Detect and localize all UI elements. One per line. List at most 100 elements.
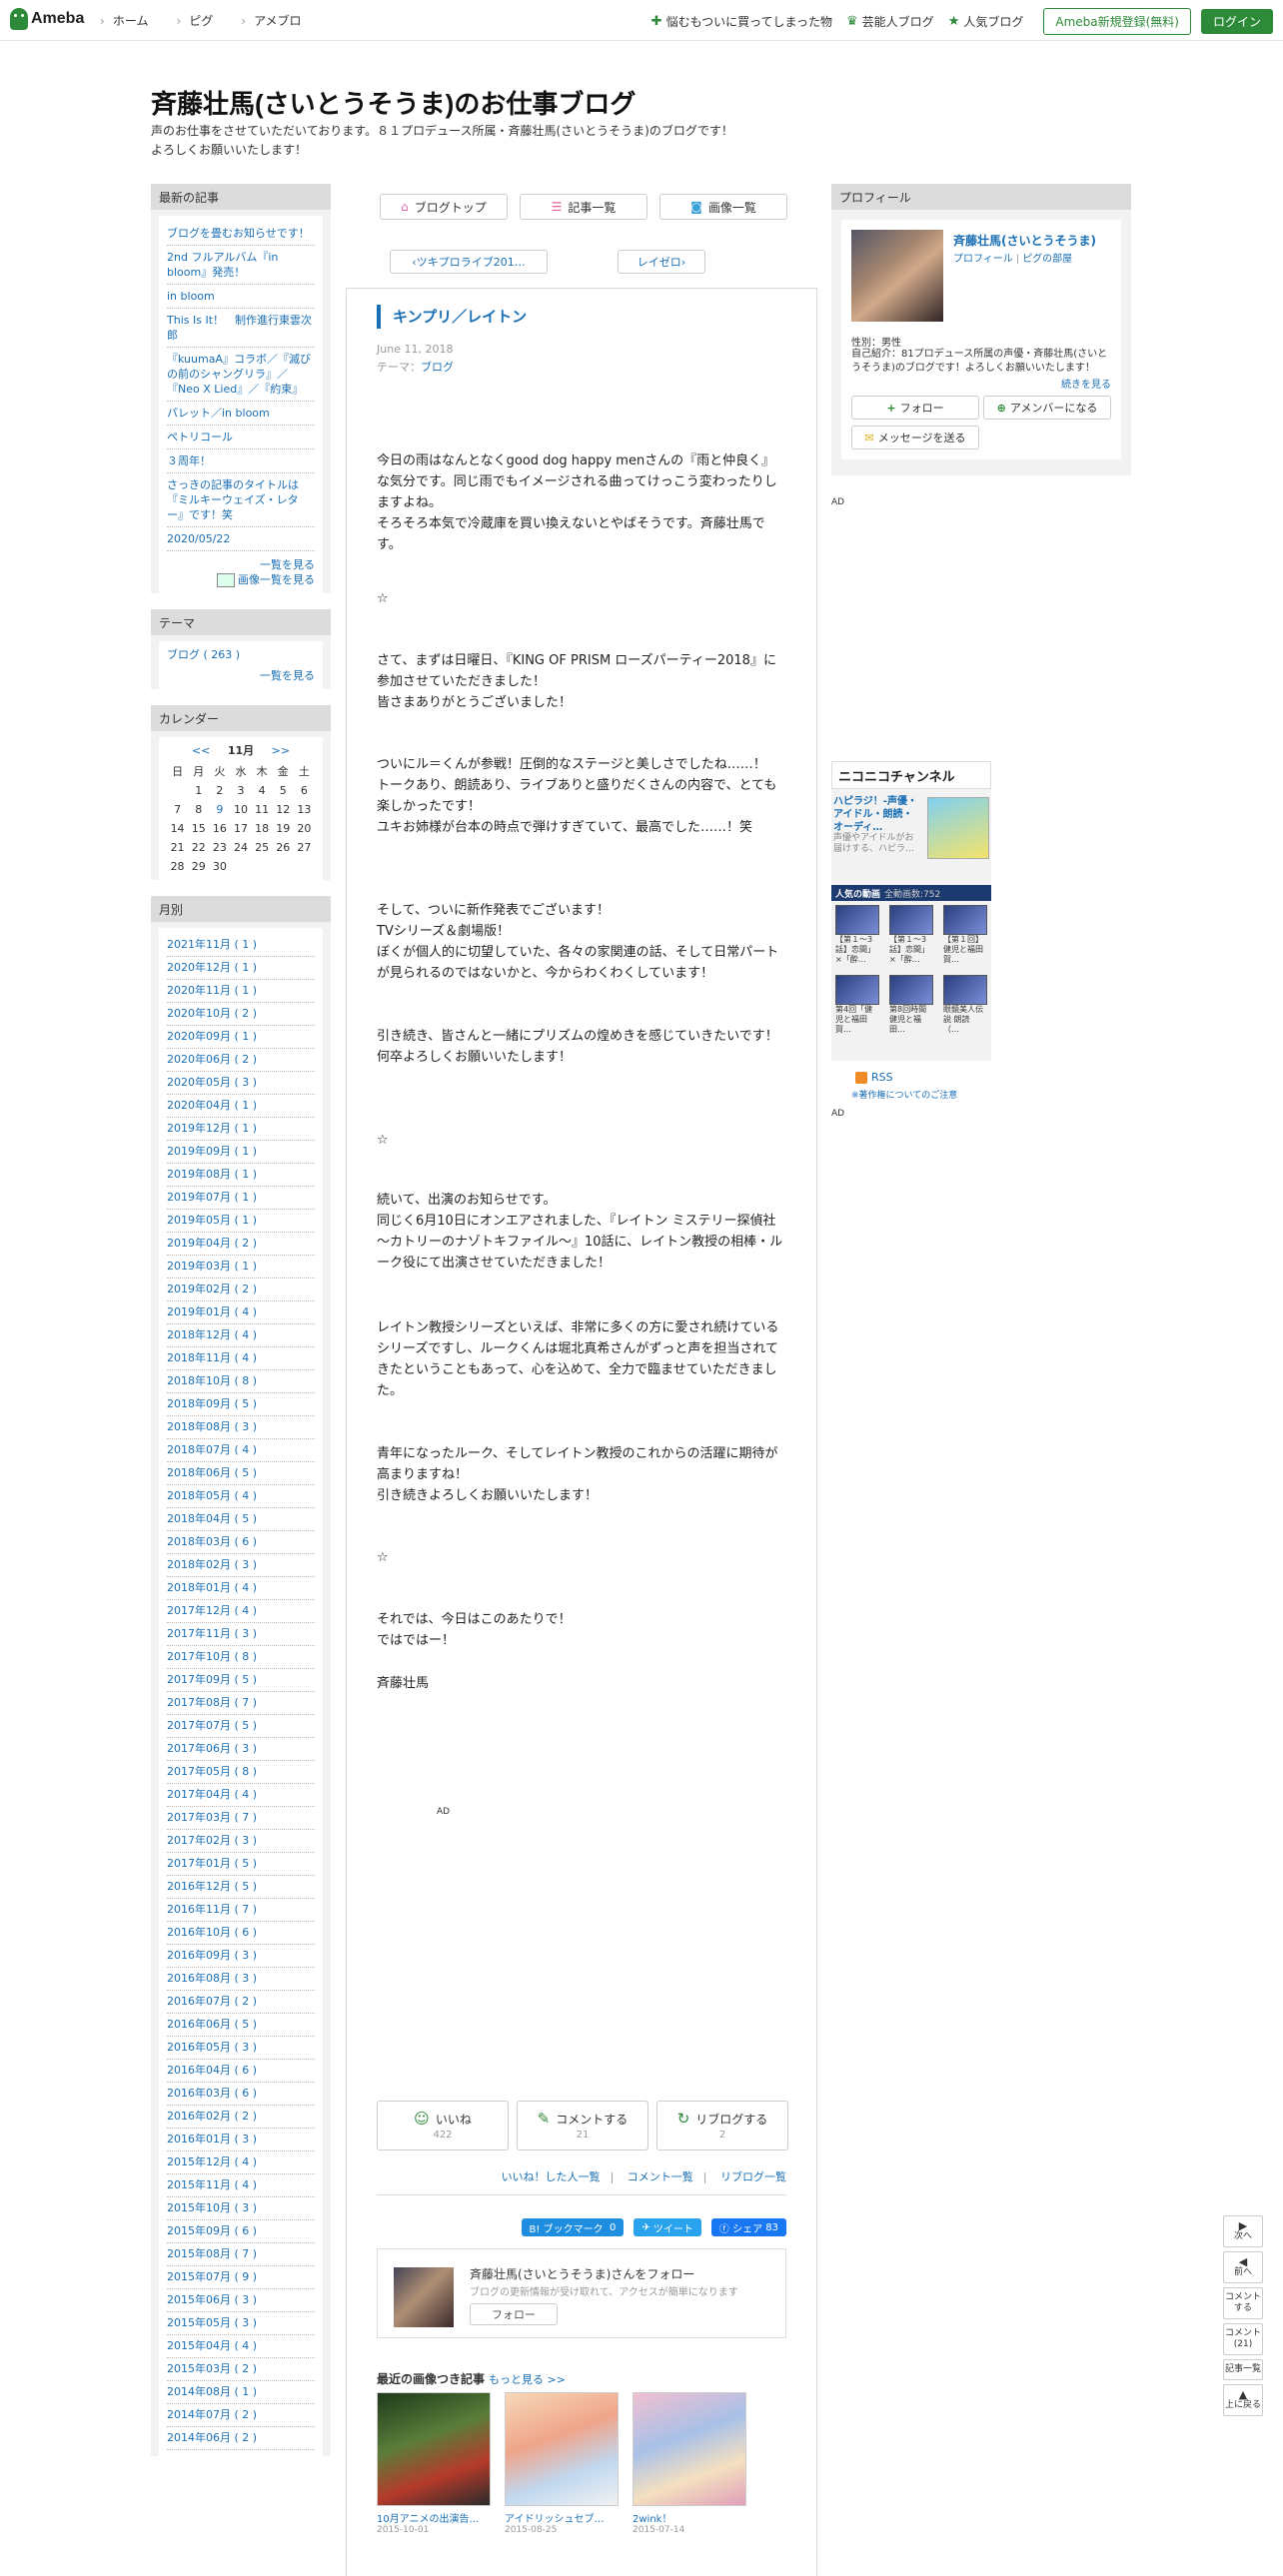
monthly-archive-item[interactable]: 2020年09月 ( 1 ) bbox=[167, 1026, 315, 1049]
monthly-archive-item[interactable]: 2017年12月 ( 4 ) bbox=[167, 1600, 315, 1623]
monthly-archive-item[interactable]: 2019年01月 ( 4 ) bbox=[167, 1301, 315, 1324]
monthly-archive-item[interactable]: 2017年05月 ( 8 ) bbox=[167, 1761, 315, 1784]
message-button[interactable]: ✉ メッセージを送る bbox=[851, 426, 979, 449]
niconico-logo[interactable]: ニコニコチャンネル bbox=[831, 761, 991, 789]
monthly-archive-item[interactable]: 2016年07月 ( 2 ) bbox=[167, 1991, 315, 2014]
like-button[interactable]: ☺ いいね 422 bbox=[377, 2101, 509, 2150]
monthly-archive-item[interactable]: 2018年11月 ( 4 ) bbox=[167, 1347, 315, 1370]
niconico-video[interactable]: 第8回時間健児と福田… bbox=[889, 975, 933, 1035]
image-article-card[interactable]: アイドリッシュセブ… 2015-08-25 bbox=[505, 2392, 619, 2535]
image-articles-more-link[interactable]: もっと見る >> bbox=[489, 2373, 566, 2386]
monthly-archive-item[interactable]: 2014年08月 ( 1 ) bbox=[167, 2381, 315, 2404]
nav-home[interactable]: ホーム bbox=[100, 12, 149, 29]
monthly-archive-item[interactable]: 2016年09月 ( 3 ) bbox=[167, 1945, 315, 1968]
latest-post-item[interactable]: 2020/05/22 bbox=[167, 527, 315, 551]
monthly-archive-item[interactable]: 2018年10月 ( 8 ) bbox=[167, 1370, 315, 1393]
avatar[interactable] bbox=[394, 2267, 454, 2327]
comment-count-button[interactable]: コメント(21) bbox=[1223, 2323, 1263, 2355]
monthly-archive-item[interactable]: 2015年12月 ( 4 ) bbox=[167, 2151, 315, 2174]
latest-post-item[interactable]: パレット／in bloom bbox=[167, 402, 315, 426]
monthly-archive-item[interactable]: 2020年12月 ( 1 ) bbox=[167, 957, 315, 980]
copyright-note-link[interactable]: ※著作権についてのご注意 bbox=[851, 1088, 957, 1101]
follow-button[interactable]: フォロー bbox=[470, 2303, 558, 2325]
prev-article-button[interactable]: ◀ 前へ bbox=[1223, 2251, 1263, 2283]
pigg-room-link[interactable]: ピグの部屋 bbox=[1022, 254, 1072, 265]
login-button[interactable]: ログイン bbox=[1200, 9, 1273, 34]
monthly-archive-item[interactable]: 2014年06月 ( 2 ) bbox=[167, 2427, 315, 2450]
monthly-archive-item[interactable]: 2017年08月 ( 7 ) bbox=[167, 1692, 315, 1715]
profile-more-link[interactable]: 続きを見る bbox=[1061, 376, 1111, 391]
monthly-archive-item[interactable]: 2017年07月 ( 5 ) bbox=[167, 1715, 315, 1738]
monthly-archive-item[interactable]: 2019年07月 ( 1 ) bbox=[167, 1187, 315, 1210]
amember-button[interactable]: ⊕ アメンバーになる bbox=[983, 396, 1111, 420]
theme-more-link[interactable]: 一覧を見る bbox=[167, 668, 315, 683]
monthly-archive-item[interactable]: 2015年06月 ( 3 ) bbox=[167, 2289, 315, 2312]
niconico-video[interactable]: 第4回「健児と福田賀… bbox=[835, 975, 879, 1035]
monthly-archive-item[interactable]: 2016年01月 ( 3 ) bbox=[167, 2129, 315, 2151]
monthly-archive-item[interactable]: 2020年04月 ( 1 ) bbox=[167, 1095, 315, 1118]
follow-button[interactable]: + フォロー bbox=[851, 396, 979, 420]
monthly-archive-item[interactable]: 2016年06月 ( 5 ) bbox=[167, 2014, 315, 2037]
monthly-archive-item[interactable]: 2015年10月 ( 3 ) bbox=[167, 2197, 315, 2220]
monthly-archive-item[interactable]: 2018年06月 ( 5 ) bbox=[167, 1462, 315, 1485]
next-post-button[interactable]: レイゼロ › bbox=[618, 250, 705, 274]
celebrity-blog-link[interactable]: ♛ 芸能人ブログ bbox=[846, 13, 934, 30]
latest-post-item[interactable]: ブログを畳むお知らせです！ bbox=[167, 222, 315, 246]
profile-name[interactable]: 斉藤壮馬(さいとうそうま) bbox=[953, 232, 1096, 249]
latest-post-item[interactable]: This Is It！ 制作進行東雲次郎 bbox=[167, 309, 315, 348]
article-title[interactable]: キンプリ／レイトン bbox=[377, 305, 527, 329]
monthly-archive-item[interactable]: 2020年11月 ( 1 ) bbox=[167, 980, 315, 1003]
monthly-archive-item[interactable]: 2017年03月 ( 7 ) bbox=[167, 1807, 315, 1830]
monthly-archive-item[interactable]: 2014年07月 ( 2 ) bbox=[167, 2404, 315, 2427]
monthly-archive-item[interactable]: 2019年05月 ( 1 ) bbox=[167, 1210, 315, 1233]
monthly-archive-item[interactable]: 2017年04月 ( 4 ) bbox=[167, 1784, 315, 1807]
monthly-archive-item[interactable]: 2016年03月 ( 6 ) bbox=[167, 2083, 315, 2106]
image-list-link[interactable]: 画像一覧を見る bbox=[167, 572, 315, 587]
nav-ameblo[interactable]: アメブロ bbox=[241, 12, 301, 29]
image-article-card[interactable]: 10月アニメの出演告… 2015-10-01 bbox=[377, 2392, 491, 2535]
latest-post-item[interactable]: ペトリコール bbox=[167, 426, 315, 449]
monthly-archive-item[interactable]: 2017年01月 ( 5 ) bbox=[167, 1853, 315, 1876]
niconico-video[interactable]: 眼鏡美人伝説 朗読（… bbox=[943, 975, 987, 1035]
monthly-archive-item[interactable]: 2016年05月 ( 3 ) bbox=[167, 2037, 315, 2060]
theme-item[interactable]: ブログ ( 263 ) bbox=[167, 647, 315, 662]
next-article-button[interactable]: ▶ 次へ bbox=[1223, 2215, 1263, 2247]
monthly-archive-item[interactable]: 2016年08月 ( 3 ) bbox=[167, 1968, 315, 1991]
niconico-channel-image[interactable] bbox=[927, 797, 989, 859]
latest-more-link[interactable]: 一覧を見る bbox=[167, 557, 315, 572]
monthly-archive-item[interactable]: 2015年11月 ( 4 ) bbox=[167, 2174, 315, 2197]
calendar-next[interactable]: >> bbox=[272, 744, 290, 757]
niconico-channel-title[interactable]: ハピラジ！-声優・アイドル・朗読・オーディ… bbox=[833, 795, 921, 834]
latest-post-item[interactable]: 2nd フルアルバム『in bloom』発売！ bbox=[167, 246, 315, 285]
latest-post-item[interactable]: さっきの記事のタイトルは『ミルキーウェイズ・レター』です！笑 bbox=[167, 473, 315, 527]
popular-blog-link[interactable]: ★ 人気ブログ bbox=[948, 13, 1024, 30]
post-list-button[interactable]: 記事一覧 bbox=[1223, 2359, 1263, 2380]
niconico-video[interactable]: 【第１〜3話】恋間」×「酔… bbox=[889, 905, 933, 965]
monthly-archive-item[interactable]: 2019年04月 ( 2 ) bbox=[167, 1233, 315, 1256]
tweet-button[interactable]: ✈ ツイート bbox=[634, 2218, 701, 2236]
ameba-logo[interactable]: Ameba bbox=[10, 8, 84, 30]
latest-post-item[interactable]: in bloom bbox=[167, 285, 315, 309]
promo-link[interactable]: ✚ 悩むもついに買ってしまった物 bbox=[651, 13, 832, 30]
monthly-archive-item[interactable]: 2018年09月 ( 5 ) bbox=[167, 1393, 315, 1416]
profile-link[interactable]: プロフィール bbox=[953, 254, 1013, 265]
monthly-archive-item[interactable]: 2019年02月 ( 2 ) bbox=[167, 1279, 315, 1301]
post-list-button[interactable]: ☰ 記事一覧 bbox=[520, 194, 647, 220]
rss-link[interactable]: RSS bbox=[855, 1071, 893, 1084]
latest-post-item[interactable]: 『kuumaA』コラボ／『滅びの前のシャングリラ』／『Neo X Lied』／『… bbox=[167, 348, 315, 402]
back-to-top-button[interactable]: ▲ 上に戻る bbox=[1223, 2384, 1263, 2416]
nav-pigg[interactable]: ピグ bbox=[176, 12, 213, 29]
monthly-archive-item[interactable]: 2019年08月 ( 1 ) bbox=[167, 1164, 315, 1187]
monthly-archive-item[interactable]: 2018年08月 ( 3 ) bbox=[167, 1416, 315, 1439]
monthly-archive-item[interactable]: 2018年05月 ( 4 ) bbox=[167, 1485, 315, 1508]
monthly-archive-item[interactable]: 2017年09月 ( 5 ) bbox=[167, 1669, 315, 1692]
latest-post-item[interactable]: ３周年！ bbox=[167, 449, 315, 473]
reblogs-link[interactable]: リブログ一覧 bbox=[720, 2170, 786, 2183]
monthly-archive-item[interactable]: 2020年05月 ( 3 ) bbox=[167, 1072, 315, 1095]
monthly-archive-item[interactable]: 2018年07月 ( 4 ) bbox=[167, 1439, 315, 1462]
monthly-archive-item[interactable]: 2015年03月 ( 2 ) bbox=[167, 2358, 315, 2381]
facebook-share-button[interactable]: ⓕ シェア 83 bbox=[710, 2218, 786, 2236]
monthly-archive-item[interactable]: 2018年12月 ( 4 ) bbox=[167, 1324, 315, 1347]
monthly-archive-item[interactable]: 2016年11月 ( 7 ) bbox=[167, 1899, 315, 1922]
monthly-archive-item[interactable]: 2015年08月 ( 7 ) bbox=[167, 2243, 315, 2266]
